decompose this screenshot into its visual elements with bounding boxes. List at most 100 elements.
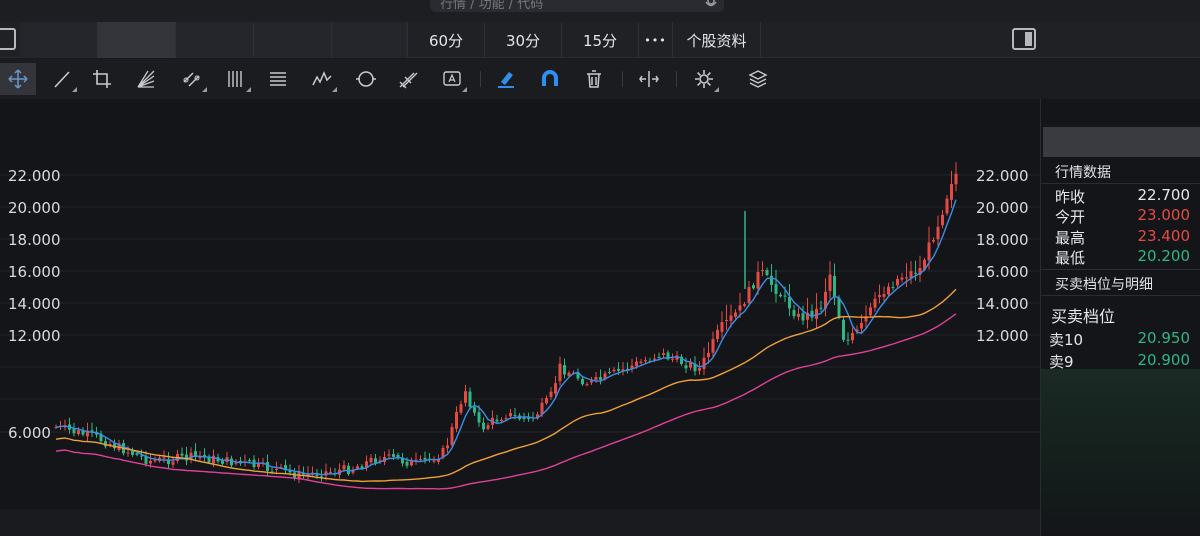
candle-body: [887, 286, 890, 295]
candle-body: [914, 272, 917, 274]
tab-blurred-2[interactable]: [98, 22, 176, 58]
candle-body: [671, 358, 674, 360]
ask-level-price: 20.950: [1137, 329, 1191, 347]
search-placeholder: 行情 / 功能 / 代码: [440, 0, 544, 12]
chart-canvas[interactable]: [0, 99, 1040, 536]
y-axis-right-tick: 18.000: [976, 231, 1029, 249]
candle-body: [842, 319, 845, 340]
candle-body: [549, 391, 553, 398]
candle-body: [752, 285, 755, 289]
candle-body: [275, 468, 278, 470]
divider: [1041, 295, 1200, 296]
tab-blurred-1[interactable]: [20, 22, 98, 58]
tab-30min[interactable]: 30分: [485, 22, 562, 58]
candle-body: [369, 457, 373, 463]
fan-tool-icon[interactable]: [130, 63, 162, 95]
candle-body: [329, 471, 332, 473]
candle-body: [315, 474, 319, 476]
cycle-tool-icon[interactable]: [350, 63, 382, 95]
candle-body: [761, 270, 764, 272]
candle-body: [837, 297, 841, 318]
move-cursor-icon[interactable]: [0, 63, 36, 95]
candle-body: [414, 459, 418, 461]
candle-body: [833, 275, 836, 298]
candle-body: [774, 284, 778, 294]
candle-body: [635, 361, 638, 367]
candle-body: [594, 376, 598, 380]
fit-width-icon[interactable]: [633, 63, 665, 95]
ma-short-line: [55, 199, 957, 476]
tab-blurred-5[interactable]: [332, 22, 408, 58]
y-axis-left-tick: 18.000: [8, 231, 61, 249]
candle-body: [522, 417, 526, 419]
tab-60min[interactable]: 60分: [408, 22, 485, 58]
candle-body: [882, 294, 886, 297]
candle-body: [162, 457, 166, 459]
magnet-icon[interactable]: [534, 63, 566, 95]
highlighter-icon[interactable]: [490, 63, 522, 95]
candle-body: [639, 361, 643, 364]
candle-body: [545, 397, 548, 404]
candle-body: [927, 242, 931, 261]
layers-icon[interactable]: [742, 63, 774, 95]
quote-value-open: 23.000: [1137, 206, 1191, 224]
candle-body: [851, 332, 854, 341]
tab-15min[interactable]: 15分: [562, 22, 639, 58]
candle-body: [945, 198, 949, 214]
tab-stock-profile[interactable]: 个股资料: [673, 22, 761, 58]
quote-value-prev-close: 22.700: [1137, 186, 1191, 204]
candle-body: [248, 460, 251, 462]
candle-body: [419, 459, 422, 461]
candle-body: [513, 414, 517, 416]
candle-body: [891, 286, 895, 288]
candle-body: [729, 315, 733, 321]
more-tabs-button[interactable]: •••: [639, 22, 673, 58]
candle-body: [180, 453, 184, 456]
candle-body: [653, 358, 656, 360]
candle-body: [464, 391, 467, 403]
gear-icon[interactable]: [688, 63, 720, 95]
crop-tool-icon[interactable]: [86, 63, 118, 95]
wave-tool-icon[interactable]: [306, 63, 338, 95]
microphone-icon[interactable]: [703, 0, 719, 10]
candle-body: [77, 430, 80, 435]
candle-body: [783, 295, 787, 297]
candle-body: [446, 445, 449, 449]
y-axis-right-tick: 20.000: [976, 199, 1029, 217]
candle-body: [149, 460, 152, 464]
candle-body: [702, 357, 706, 370]
candle-body: [662, 353, 665, 355]
y-axis-left-tick: 16.000: [8, 263, 61, 281]
candle-body: [171, 461, 175, 465]
candle-body: [707, 352, 710, 358]
candle-body: [432, 460, 436, 462]
candle-body: [797, 313, 800, 317]
ask-level-price: 20.900: [1137, 351, 1191, 369]
candle-body: [347, 465, 350, 475]
candle-body: [905, 277, 908, 279]
text-box-tool-icon[interactable]: [262, 63, 294, 95]
window-icon[interactable]: [0, 28, 16, 50]
annotation-tool-icon[interactable]: [436, 63, 468, 95]
tab-blurred-4[interactable]: [254, 22, 332, 58]
candle-body: [540, 402, 544, 415]
parallel-tool-icon[interactable]: [176, 63, 208, 95]
candlestick-chart[interactable]: 22.000 20.000 18.000 16.000 14.000 12.00…: [0, 99, 1040, 536]
candle-body: [581, 378, 584, 385]
candle-body: [468, 391, 472, 407]
candle-body: [900, 277, 904, 280]
candle-body: [342, 465, 346, 470]
trash-icon[interactable]: [578, 63, 610, 95]
pitchfork-tool-icon[interactable]: [392, 63, 424, 95]
candle-body: [374, 458, 377, 463]
volume-strip-blurred: [0, 509, 1040, 536]
tab-blurred-3[interactable]: [176, 22, 254, 58]
side-panel-toggle-icon[interactable]: [1012, 28, 1036, 50]
line-tool-icon[interactable]: [46, 63, 78, 95]
divider: [1041, 183, 1200, 184]
y-axis-left-tick: 14.000: [8, 295, 61, 313]
candle-body: [734, 312, 737, 317]
vertical-lines-tool-icon[interactable]: [220, 63, 252, 95]
candle-body: [230, 458, 233, 466]
candle-body: [720, 322, 724, 332]
